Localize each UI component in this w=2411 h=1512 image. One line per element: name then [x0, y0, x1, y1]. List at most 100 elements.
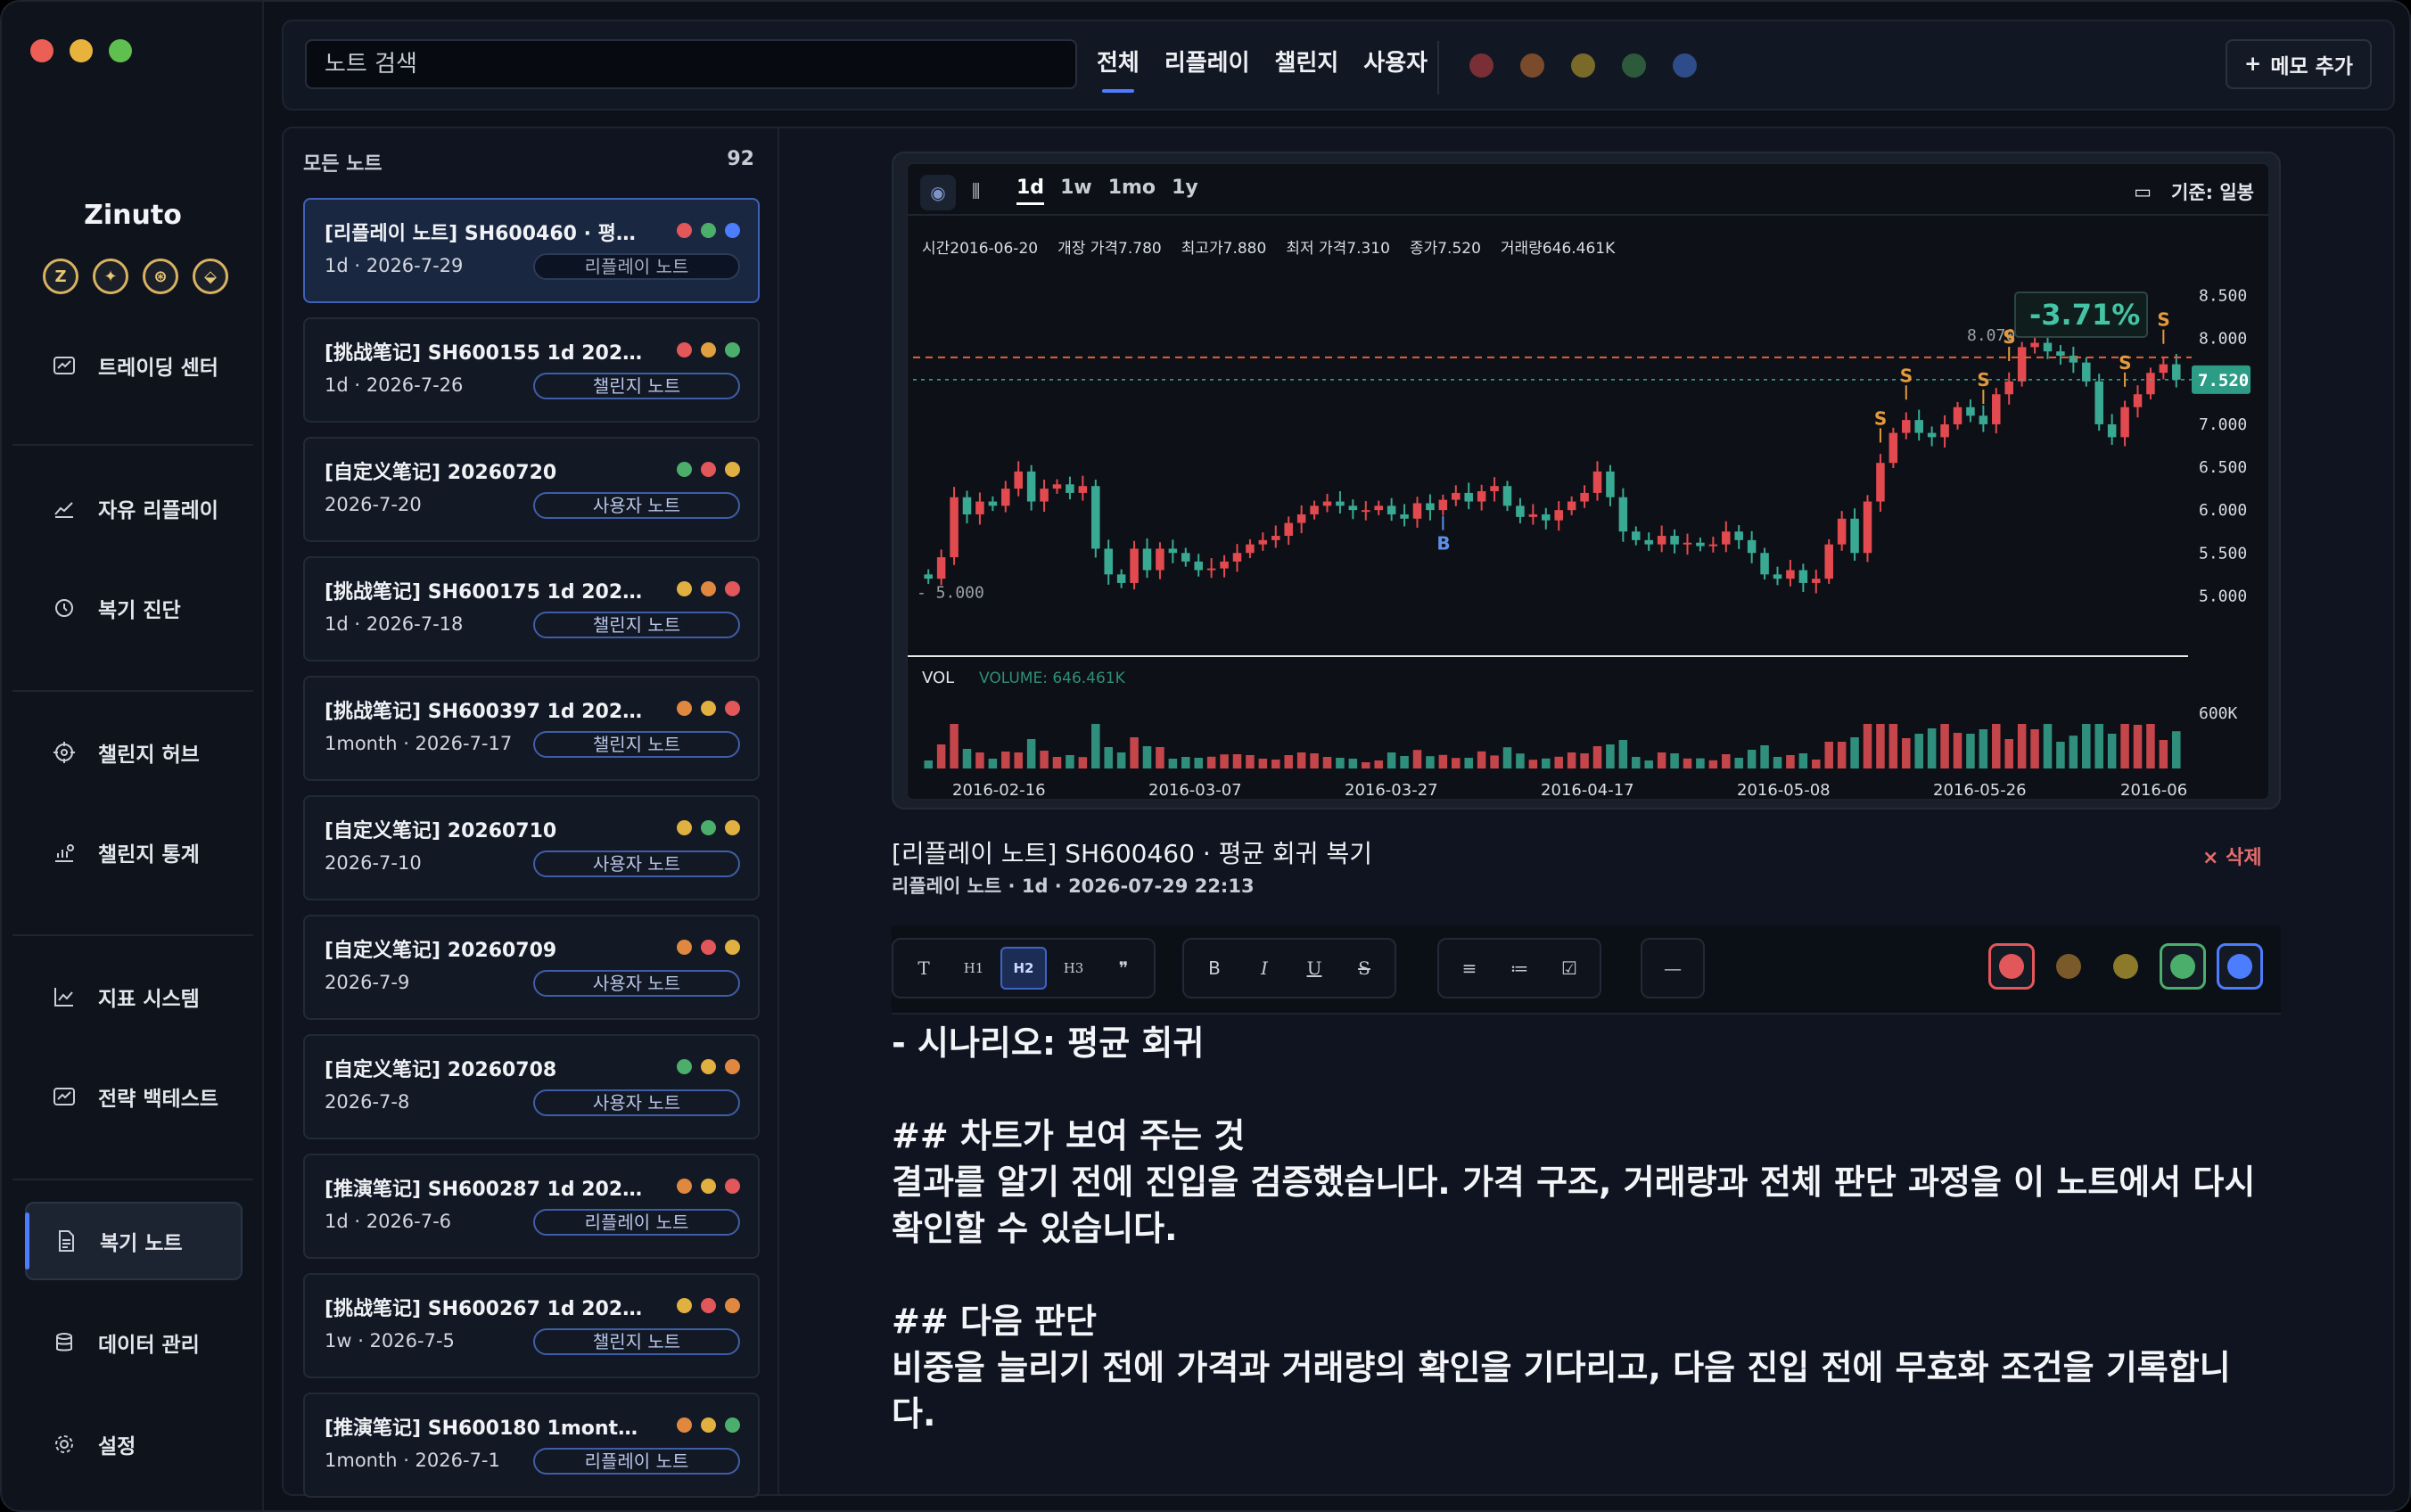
tab-challenge[interactable]: 챌린지	[1275, 45, 1339, 94]
color-dot	[725, 1179, 740, 1194]
candle-body	[2004, 381, 2013, 395]
note-card[interactable]: [挑战笔记] SH600267 1d 20260705 1w · 2026-7-5…	[303, 1273, 760, 1378]
period-1d[interactable]: 1d	[1016, 177, 1045, 205]
color-dot	[677, 1179, 692, 1194]
sidebar-item-settings[interactable]: 설정	[25, 1405, 243, 1483]
note-card-title: [리플레이 노트] SH600460 · 평균 회귀 복기	[325, 223, 646, 245]
note-card-title: [自定义笔记] 20260708	[325, 1059, 557, 1081]
candle-body	[1091, 486, 1100, 549]
candle-body	[1206, 568, 1216, 571]
color-dot	[677, 462, 692, 477]
note-color-option[interactable]	[2045, 943, 2092, 990]
eye-icon[interactable]: ◉	[920, 175, 956, 210]
note-card[interactable]: [挑战笔记] SH600397 1d 20260717 1month · 2026…	[303, 676, 760, 781]
candle-body	[1078, 486, 1088, 493]
volume-bar	[2107, 734, 2117, 768]
note-card-tag: 챌린지 노트	[533, 612, 740, 638]
note-card[interactable]: [自定义笔记] 20260708 2026-7-8 사용자 노트	[303, 1034, 760, 1139]
note-card[interactable]: [自定义笔记] 20260709 2026-7-9 사용자 노트	[303, 915, 760, 1020]
sidebar-item-strategy-backtest[interactable]: 전략 백테스트	[25, 1057, 243, 1136]
candle-body	[1888, 432, 1898, 464]
h3-button[interactable]: H3	[1050, 947, 1097, 990]
volume-bar	[1953, 733, 1963, 768]
sell-mark: S	[1977, 369, 1989, 390]
note-line: 결과를 알기 전에 진입을 검증했습니다. 가격 구조, 거래량과 전체 판단 …	[892, 1163, 2256, 1202]
candle-body	[1490, 486, 1499, 491]
note-card[interactable]: [挑战笔记] SH600155 1d 20260726 1d · 2026-7-2…	[303, 317, 760, 423]
color-dot	[677, 1298, 692, 1313]
sidebar-item-free-replay[interactable]: 자유 리플레이	[25, 469, 243, 547]
sidebar-item-challenge-stats[interactable]: 챌린지 통계	[25, 813, 243, 892]
divider-button[interactable]: —	[1650, 947, 1696, 990]
candle-type-icon[interactable]: ⫼	[972, 180, 980, 201]
close-window-button[interactable]	[30, 39, 53, 62]
underline-button[interactable]: U	[1291, 947, 1337, 990]
color-filter-dot[interactable]	[1622, 53, 1646, 78]
candle-body	[1760, 553, 1769, 575]
note-color-option[interactable]	[1988, 943, 2035, 990]
note-color-option[interactable]	[2160, 943, 2206, 990]
note-editor[interactable]: - 시나리오: 평균 회귀 ## 차트가 보여 주는 것 결과를 알기 전에 진…	[892, 1020, 2283, 1437]
y-tick-label: 6.000	[2199, 501, 2247, 520]
note-card[interactable]: [推演笔记] SH600180 1month 20260701 1month · …	[303, 1393, 760, 1498]
bullet-list-button[interactable]: ≡	[1446, 947, 1493, 990]
task-list-button[interactable]: ☑	[1546, 947, 1592, 990]
volume-bar	[1516, 753, 1525, 768]
candle-body	[1026, 471, 1036, 502]
note-card[interactable]: [리플레이 노트] SH600460 · 평균 회귀 복기 1d · 2026-7…	[303, 198, 760, 303]
screenshot-icon[interactable]: ▭	[2134, 181, 2152, 202]
tab-all[interactable]: 전체	[1097, 45, 1140, 94]
note-color-option[interactable]	[2217, 943, 2263, 990]
volume-bar	[1657, 752, 1666, 768]
history-icon	[52, 596, 77, 620]
bold-button[interactable]: B	[1191, 947, 1238, 990]
strike-button[interactable]: S	[1341, 947, 1387, 990]
maximize-window-button[interactable]	[109, 39, 132, 62]
delete-note-button[interactable]: × 삭제	[2202, 842, 2262, 870]
note-card[interactable]: [自定义笔记] 20260710 2026-7-10 사용자 노트	[303, 795, 760, 900]
color-filter-dot[interactable]	[1469, 53, 1494, 78]
sidebar-item-label: 데이터 관리	[98, 1334, 200, 1357]
sidebar-item-trading-center[interactable]: 트레이딩 센터	[25, 326, 243, 405]
chart-canvas[interactable]: 8.5008.0007.5007.0006.5006.0005.5005.000…	[908, 216, 2272, 801]
candle-body	[1606, 471, 1615, 497]
volume-bar	[1927, 728, 1937, 768]
ordered-list-button[interactable]: ≔	[1496, 947, 1543, 990]
candle-body	[1066, 484, 1074, 493]
candle-body	[1902, 420, 1911, 433]
period-1mo[interactable]: 1mo	[1108, 177, 1156, 205]
buy-mark: B	[1436, 533, 1450, 555]
note-card[interactable]: [挑战笔记] SH600175 1d 20260718 1d · 2026-7-1…	[303, 556, 760, 662]
chart-basis-label[interactable]: 기준: 일봉	[2171, 178, 2254, 205]
y-tick-label: 8.000	[2199, 330, 2247, 349]
add-memo-button[interactable]: + 메모 추가	[2226, 39, 2372, 89]
text-button[interactable]: T	[901, 947, 947, 990]
note-icon	[53, 1228, 78, 1253]
note-card[interactable]: [推演笔记] SH600287 1d 20220613 1d · 2026-7-6…	[303, 1154, 760, 1259]
period-1y[interactable]: 1y	[1172, 177, 1198, 205]
note-search-input[interactable]	[305, 39, 1077, 89]
volume-bar	[1734, 758, 1743, 768]
color-dot	[725, 1059, 740, 1074]
minimize-window-button[interactable]	[70, 39, 93, 62]
tab-user[interactable]: 사용자	[1363, 45, 1428, 94]
sidebar-item-challenge-hub[interactable]: 챌린지 허브	[25, 713, 243, 792]
sidebar-item-data-management[interactable]: 데이터 관리	[25, 1303, 243, 1382]
h1-button[interactable]: H1	[950, 947, 997, 990]
italic-button[interactable]: I	[1241, 947, 1288, 990]
sidebar-item-review-notes[interactable]: 복기 노트	[25, 1202, 243, 1280]
color-filter-dot[interactable]	[1520, 53, 1544, 78]
sidebar-item-indicator-system[interactable]: 지표 시스템	[25, 957, 243, 1036]
quote-button[interactable]: ❞	[1100, 947, 1147, 990]
candle-body	[950, 497, 959, 558]
period-1w[interactable]: 1w	[1060, 177, 1092, 205]
candle-body	[1837, 518, 1847, 545]
note-card[interactable]: [自定义笔记] 20260720 2026-7-20 사용자 노트	[303, 437, 760, 542]
h2-button[interactable]: H2	[1000, 947, 1047, 990]
tab-replay[interactable]: 리플레이	[1164, 45, 1250, 94]
note-color-option[interactable]	[2102, 943, 2149, 990]
window-controls	[30, 39, 132, 62]
sidebar-item-review-diagnosis[interactable]: 복기 진단	[25, 569, 243, 647]
color-filter-dot[interactable]	[1673, 53, 1697, 78]
color-filter-dot[interactable]	[1571, 53, 1595, 78]
